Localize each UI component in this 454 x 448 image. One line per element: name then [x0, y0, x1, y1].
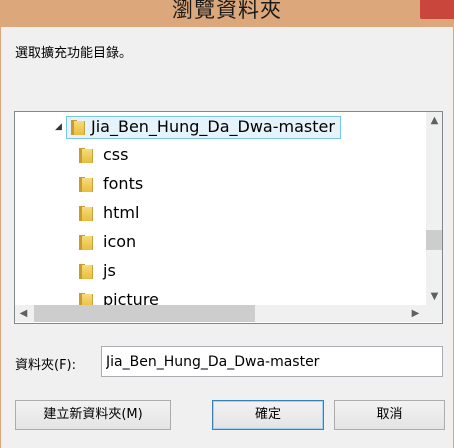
vertical-scrollbar[interactable]: ▲ ▼ [426, 112, 442, 305]
tree-item-picture[interactable]: picture [15, 287, 426, 305]
tree-item-label: css [103, 145, 129, 164]
close-button[interactable] [420, 0, 454, 19]
instruction-text: 選取擴充功能目錄。 [15, 46, 133, 61]
scrollbar-corner [426, 305, 442, 322]
horizontal-scrollbar[interactable]: ◀ ▶ [15, 305, 426, 322]
folder-icon [79, 293, 93, 305]
tree-item-label: picture [103, 290, 159, 305]
collapse-triangle-icon[interactable]: ◢ [55, 114, 62, 140]
tree-item-root[interactable]: ◢ Jia_Ben_Hung_Da_Dwa-master [15, 114, 426, 140]
tree-item-label: Jia_Ben_Hung_Da_Dwa-master [91, 117, 335, 136]
tree-item-icon[interactable]: icon [15, 229, 426, 255]
folder-icon [71, 120, 85, 135]
vertical-scroll-thumb[interactable] [426, 230, 442, 250]
cancel-button[interactable]: 取消 [334, 400, 445, 430]
folder-icon [79, 235, 93, 250]
tree-item-label: html [103, 203, 140, 222]
tree-item-label: fonts [103, 174, 144, 193]
scroll-down-arrow-icon[interactable]: ▼ [426, 288, 442, 305]
folder-field-label: 資料夾(F): [15, 358, 77, 373]
folder-tree[interactable]: ◢ Jia_Ben_Hung_Da_Dwa-master css fonts h… [14, 111, 443, 324]
tree-item-js[interactable]: js [15, 258, 426, 284]
folder-icon [79, 206, 93, 221]
folder-icon [79, 264, 93, 279]
title-bar: 瀏覽資料夾 [0, 0, 454, 27]
tree-item-label: js [103, 261, 116, 280]
new-folder-button[interactable]: 建立新資料夾(M) [15, 400, 171, 430]
scroll-right-arrow-icon[interactable]: ▶ [407, 305, 424, 322]
tree-item-label: icon [103, 232, 137, 251]
folder-icon [79, 148, 93, 163]
scroll-up-arrow-icon[interactable]: ▲ [426, 112, 442, 129]
window-title: 瀏覽資料夾 [172, 0, 282, 22]
tree-item-fonts[interactable]: fonts [15, 171, 426, 197]
scroll-left-arrow-icon[interactable]: ◀ [15, 305, 32, 322]
tree-item-html[interactable]: html [15, 200, 426, 226]
tree-item-css[interactable]: css [15, 142, 426, 168]
folder-icon [79, 177, 93, 192]
horizontal-scroll-thumb[interactable] [34, 305, 255, 322]
window-border-left [0, 27, 1, 448]
folder-name-input[interactable] [101, 346, 443, 377]
ok-button[interactable]: 確定 [212, 400, 324, 430]
